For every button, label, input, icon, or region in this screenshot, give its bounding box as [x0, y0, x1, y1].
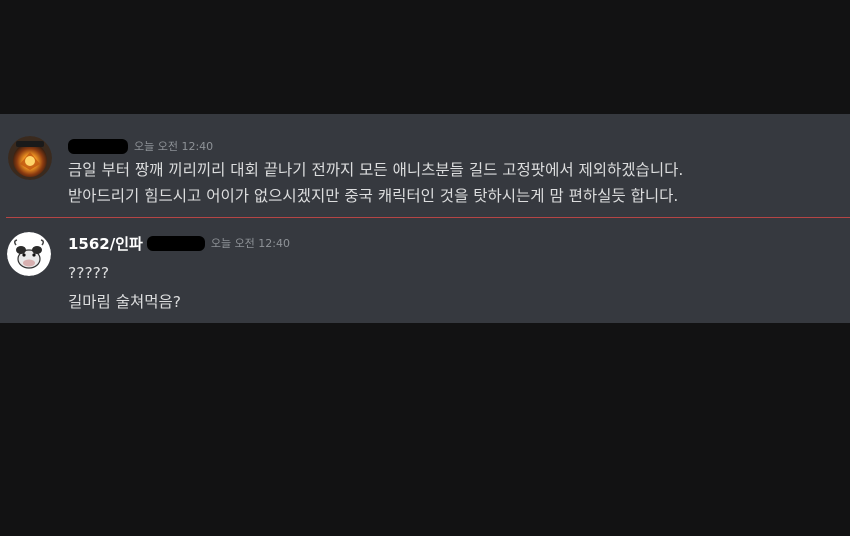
avatar-graphic [8, 136, 52, 180]
message-line: ????? [68, 264, 110, 282]
message-content: ????? 길마림 술쳐먹음? [68, 259, 181, 317]
timestamp: 오늘 오전 12:40 [134, 140, 214, 153]
avatar-graphic [7, 232, 51, 276]
message-header: 오늘 오전 12:40 [68, 137, 213, 155]
message-line: 길마림 술쳐먹음? [68, 293, 181, 311]
chat-message: 1562/인파 오늘 오전 12:40 ????? 길마림 술쳐먹음? [0, 219, 850, 323]
redacted-name [146, 235, 205, 251]
username[interactable]: 1562/인파 [68, 233, 143, 254]
fiery-emblem-avatar-icon[interactable] [8, 136, 52, 180]
message-line: 금일 부터 짱깨 끼리끼리 대회 끝나기 전까지 모든 애니츠분들 길드 고정팟… [68, 161, 684, 179]
new-messages-divider [6, 217, 850, 218]
chat-message: 오늘 오전 12:40 금일 부터 짱깨 끼리끼리 대회 끝나기 전까지 모든 … [0, 114, 850, 218]
message-line: 받아드리기 힘드시고 어이가 없으시겠지만 중국 캐릭터인 것을 탓하시는게 맘… [68, 187, 679, 205]
timestamp: 오늘 오전 12:40 [210, 237, 291, 250]
message-content: 금일 부터 짱깨 끼리끼리 대회 끝나기 전까지 모든 애니츠분들 길드 고정팟… [68, 157, 683, 209]
chat-panel: 오늘 오전 12:40 금일 부터 짱깨 끼리끼리 대회 끝나기 전까지 모든 … [0, 114, 850, 323]
message-header: 1562/인파 오늘 오전 12:40 [68, 233, 291, 254]
redacted-name [68, 138, 128, 154]
cow-avatar-icon[interactable] [7, 232, 51, 276]
